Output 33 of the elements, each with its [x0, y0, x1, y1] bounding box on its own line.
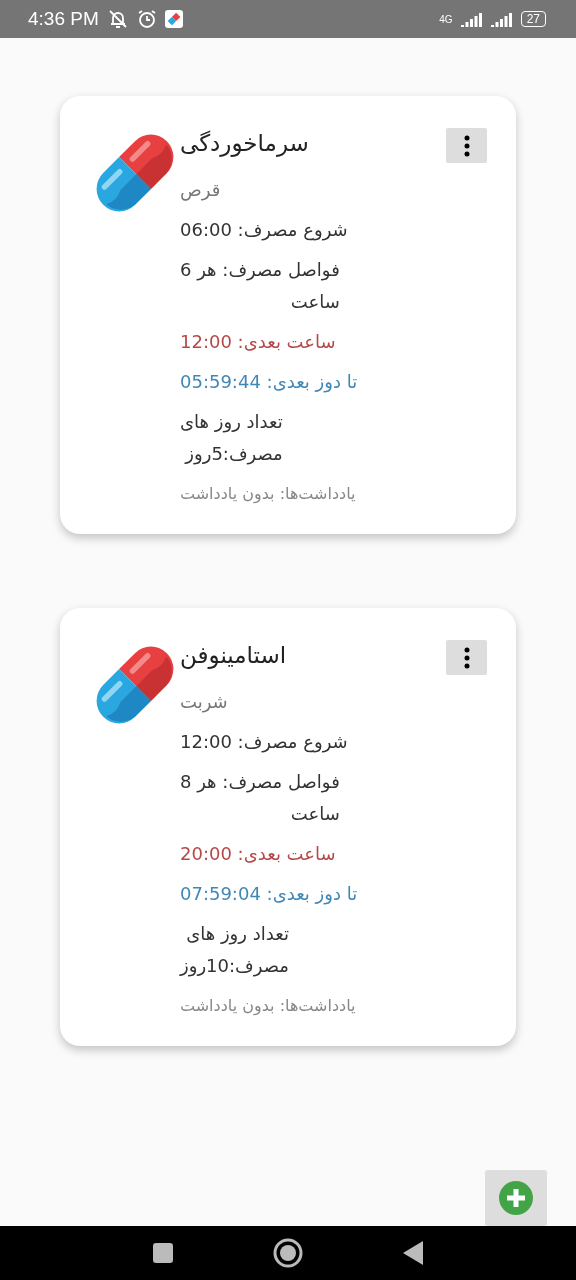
- status-time: 4:36 PM: [28, 8, 99, 31]
- more-icon: [463, 646, 470, 669]
- more-button[interactable]: [446, 128, 487, 164]
- mute-icon: [106, 9, 129, 30]
- network-label: 4G: [439, 14, 453, 25]
- start-time: شروع مصرف: 06:00: [180, 218, 348, 243]
- app-icon: [164, 10, 183, 29]
- notes: یادداشت‌ها: بدون یادداشت: [180, 483, 356, 506]
- battery-indicator: 27: [520, 11, 546, 28]
- medicine-name: استامینوفن: [180, 642, 287, 669]
- countdown: تا دوز بعدی: 05:59:44: [180, 370, 358, 395]
- add-button[interactable]: [485, 1170, 547, 1227]
- signal-icon: [490, 11, 513, 28]
- notes: یادداشت‌ها: بدون یادداشت: [180, 995, 356, 1018]
- back-button[interactable]: [403, 1241, 423, 1266]
- dose-interval: فواصل مصرف: هر 6 ساعت: [180, 258, 340, 315]
- medicine-form: قرص: [180, 178, 221, 203]
- next-dose-time: ساعت بعدی: 12:00: [180, 330, 336, 355]
- alarm-icon: [136, 9, 157, 30]
- dose-interval: فواصل مصرف: هر 8 ساعت: [180, 770, 340, 827]
- more-icon: [463, 134, 470, 157]
- usage-days: تعداد روز های مصرف:5روز: [180, 406, 283, 471]
- usage-days: تعداد روز های مصرف:10روز: [180, 918, 289, 983]
- medicine-form: شربت: [180, 690, 228, 715]
- start-time: شروع مصرف: 12:00: [180, 730, 348, 755]
- signal-icon: [460, 11, 483, 28]
- plus-icon: [498, 1180, 534, 1217]
- home-button[interactable]: [273, 1238, 303, 1269]
- more-button[interactable]: [446, 640, 487, 676]
- medicine-name: سرماخوردگی: [180, 130, 309, 157]
- recents-button[interactable]: [153, 1243, 173, 1264]
- countdown: تا دوز بعدی: 07:59:04: [180, 882, 358, 907]
- next-dose-time: ساعت بعدی: 20:00: [180, 842, 336, 867]
